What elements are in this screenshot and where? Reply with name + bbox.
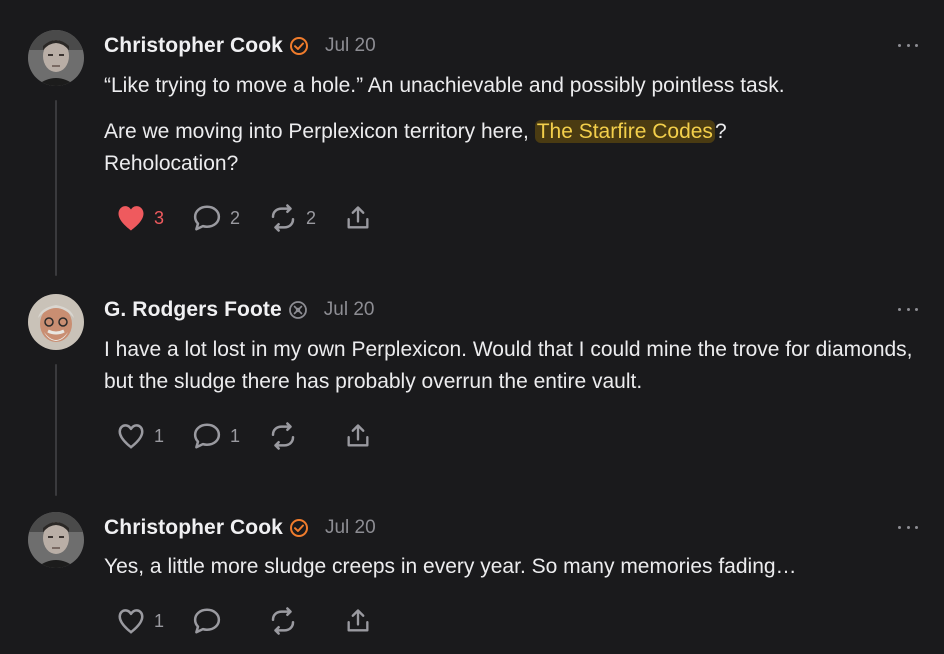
reply-button[interactable]: [192, 607, 240, 635]
heart-outline-icon: [118, 424, 144, 449]
avatar[interactable]: [28, 30, 84, 86]
restack-icon: [271, 204, 295, 232]
comment-body: Yes, a little more sludge creeps in ever…: [104, 551, 934, 583]
comment-actions: 1: [116, 606, 400, 636]
comment-bubble-icon: [193, 205, 221, 231]
paragraph-text: Are we moving into Perplexicon territory…: [104, 120, 535, 143]
more-options-icon[interactable]: [898, 40, 918, 50]
comment-paragraph: I have a lot lost in my own Perplexicon.…: [104, 338, 913, 393]
comment-header: G. Rodgers Foote Jul 20: [104, 296, 374, 324]
like-count: 1: [154, 425, 165, 446]
verified-orange-badge-icon: [289, 36, 309, 56]
comment-body: “Like trying to move a hole.” An unachie…: [104, 70, 934, 180]
comment-date[interactable]: Jul 20: [325, 35, 376, 57]
comment-paragraph: “Like trying to move a hole.” An unachie…: [104, 74, 785, 97]
verified-orange-badge-icon: [289, 518, 309, 538]
comment-paragraph: Are we moving into Perplexicon territory…: [104, 116, 824, 180]
comment-date[interactable]: Jul 20: [324, 299, 375, 321]
restack-count: 2: [306, 207, 317, 228]
comment-date[interactable]: Jul 20: [325, 517, 376, 539]
comment-header: Christopher Cook Jul 20: [104, 514, 376, 542]
comment-header: Christopher Cook Jul 20: [104, 32, 376, 60]
restack-button[interactable]: [268, 607, 316, 635]
comment-actions: 1 1: [116, 421, 400, 451]
thread-line: [55, 364, 57, 496]
gray-badge-icon: [288, 300, 308, 320]
restack-button[interactable]: 2: [268, 204, 316, 232]
author-name[interactable]: G. Rodgers Foote: [104, 298, 282, 322]
avatar[interactable]: [28, 512, 84, 568]
share-icon: [347, 609, 369, 632]
author-name[interactable]: Christopher Cook: [104, 516, 283, 540]
comment-bubble-icon: [193, 608, 221, 634]
comment-body: I have a lot lost in my own Perplexicon.…: [104, 334, 934, 398]
author-name[interactable]: Christopher Cook: [104, 34, 283, 58]
share-button[interactable]: [344, 422, 372, 450]
reply-button[interactable]: 1: [192, 422, 240, 450]
restack-icon: [271, 607, 295, 635]
share-button[interactable]: [344, 607, 372, 635]
like-count: 1: [154, 610, 165, 631]
more-options-icon[interactable]: [898, 522, 918, 532]
share-icon: [347, 424, 369, 447]
share-button[interactable]: [344, 204, 372, 232]
share-icon: [347, 206, 369, 229]
comment-actions: 3 2 2: [116, 203, 400, 233]
like-count: 3: [154, 207, 165, 228]
reply-button[interactable]: 2: [192, 204, 240, 232]
restack-icon: [271, 422, 295, 450]
avatar[interactable]: [28, 294, 84, 350]
comment-paragraph: Yes, a little more sludge creeps in ever…: [104, 555, 797, 578]
like-button[interactable]: 3: [116, 204, 164, 232]
thread-line: [55, 100, 57, 276]
comment-bubble-icon: [193, 423, 221, 449]
restack-button[interactable]: [268, 422, 316, 450]
heart-outline-icon: [118, 609, 144, 634]
like-button[interactable]: 1: [116, 422, 164, 450]
user-mention-link[interactable]: The Starfire Codes: [534, 120, 715, 143]
reply-count: 1: [230, 425, 241, 446]
like-button[interactable]: 1: [116, 607, 164, 635]
heart-filled-icon: [118, 206, 144, 231]
more-options-icon[interactable]: [898, 304, 918, 314]
reply-count: 2: [230, 207, 241, 228]
